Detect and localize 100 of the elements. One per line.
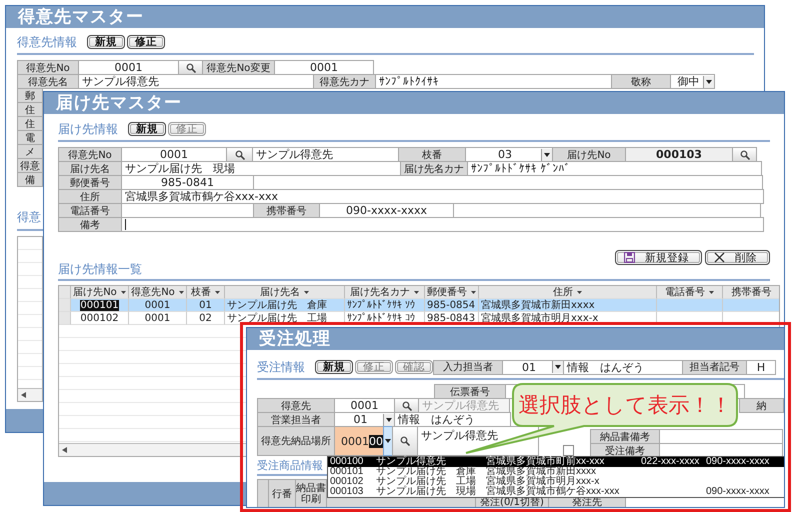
section-heading: 得意先情報 bbox=[17, 34, 77, 51]
field-label: 郵便番号 bbox=[58, 175, 122, 190]
field-value: サンプル得意先 bbox=[418, 398, 510, 413]
table-cell bbox=[657, 299, 723, 312]
field-value: 000103 bbox=[625, 147, 733, 162]
column-header: 行番 bbox=[268, 479, 296, 507]
field-label: 届け先No bbox=[552, 147, 626, 162]
search-icon bbox=[402, 400, 412, 410]
field-label: 届け先名 bbox=[58, 161, 122, 176]
field-label: 枝番 bbox=[398, 147, 466, 162]
delete-button[interactable]: 削除 bbox=[705, 250, 770, 265]
field-value: 0001 bbox=[274, 60, 374, 75]
title-bar: 得意先マスター bbox=[6, 6, 764, 28]
field-label: 届け先名カナ bbox=[400, 161, 468, 176]
section-heading: 受注商品情報 bbox=[257, 458, 323, 473]
field-label: 入力担当者 bbox=[433, 360, 503, 374]
field-label: 担当者記号 bbox=[682, 360, 747, 374]
column-header[interactable]: 枝番 bbox=[187, 286, 225, 299]
title-bar: 受注処理 bbox=[247, 328, 784, 350]
column-header: 納品書印刷 bbox=[295, 479, 327, 507]
grid-corner bbox=[59, 286, 71, 299]
search-button[interactable] bbox=[732, 147, 757, 162]
toolbar-button[interactable]: 新規 bbox=[128, 122, 166, 136]
title-bar: 届け先マスター bbox=[44, 92, 784, 114]
section-heading: 届け先情報 bbox=[58, 121, 118, 138]
column-header[interactable]: 住所 bbox=[479, 286, 657, 299]
search-icon bbox=[740, 150, 750, 160]
field-value: サンプル得意先 bbox=[252, 147, 399, 162]
field-value: ｻﾝﾌﾟﾙﾄｸｲｻｷ bbox=[375, 74, 612, 89]
field-value: サンプル得意先 bbox=[78, 74, 314, 89]
save-button[interactable]: 新規登録 bbox=[615, 250, 702, 265]
field-label: 携帯番号 bbox=[253, 203, 320, 218]
caret-icon bbox=[544, 152, 550, 156]
dropdown-field[interactable]: 御中 bbox=[670, 74, 715, 89]
field-label: 得意先納品場所 bbox=[257, 426, 335, 456]
dropdown-button[interactable] bbox=[552, 361, 563, 373]
field-label: 営業担当者 bbox=[257, 412, 335, 427]
field-label: 敬称 bbox=[611, 74, 671, 89]
input-field[interactable] bbox=[121, 217, 764, 232]
toolbar-button[interactable]: 修正 bbox=[127, 35, 165, 49]
search-button[interactable] bbox=[394, 398, 419, 413]
field-value: 情報 はんぞう bbox=[563, 360, 683, 374]
table-cell: サンプル届け先 倉庫 bbox=[225, 299, 345, 312]
section-heading: 届け先情報一覧 bbox=[58, 261, 142, 278]
x-icon bbox=[714, 252, 725, 263]
table-row[interactable]: 000101 0001 01 サンプル届け先 倉庫 ｻﾝﾌﾟﾙﾄﾄﾞｹｻｷ ｿｳ 985-0854 宮城県多賀城市新田xxxx bbox=[59, 299, 779, 312]
field-label: 住 bbox=[17, 116, 43, 131]
field-label: 得意先No bbox=[17, 60, 79, 75]
field-label: 電話番号 bbox=[58, 203, 122, 218]
field-value: H bbox=[746, 360, 776, 374]
column-header[interactable]: 得意先No bbox=[129, 286, 187, 299]
field-label: 住所 bbox=[58, 189, 122, 204]
list-option[interactable]: 000100 サンプル得意先 宮城県多賀城市町前xx-xxx 022-xxx-xxxx 090-xxxx-xxxx bbox=[328, 457, 784, 467]
dropdown-field[interactable]: 01 bbox=[502, 360, 564, 374]
column-header[interactable]: 届け先名 bbox=[225, 286, 345, 299]
scroll-left-icon bbox=[21, 392, 26, 398]
dropdown-button[interactable] bbox=[383, 426, 393, 456]
field-label: 備 bbox=[17, 172, 43, 187]
dropdown-button[interactable] bbox=[383, 414, 394, 426]
search-button[interactable] bbox=[226, 147, 253, 162]
table-cell: 985-0854 bbox=[425, 299, 479, 312]
table-cell: 01 bbox=[187, 299, 225, 312]
field-label: 納 bbox=[739, 398, 784, 413]
field-label: 得意 bbox=[17, 158, 43, 173]
table-cell: ｻﾝﾌﾟﾙﾄﾄﾞｹｻｷ ｿｳ bbox=[345, 299, 425, 312]
dropdown-field[interactable]: 03 bbox=[465, 147, 553, 162]
dropdown-button[interactable] bbox=[703, 76, 714, 88]
scroll-left-icon bbox=[62, 447, 67, 453]
list-option[interactable]: 000101 サンプル届け先 倉庫 宮城県多賀城市新田xxxx bbox=[328, 467, 784, 477]
column-header[interactable]: 郵便番号 bbox=[425, 286, 479, 299]
column-header[interactable]: 電話番号 bbox=[657, 286, 723, 299]
row-header bbox=[59, 299, 71, 312]
toolbar-button[interactable]: 新規 bbox=[87, 35, 125, 49]
column-header[interactable]: 届け先名カナ bbox=[345, 286, 425, 299]
search-icon bbox=[400, 436, 410, 446]
column-header[interactable]: 届け先No bbox=[71, 286, 129, 299]
field-label: 電 bbox=[17, 130, 43, 145]
section-heading: 受注情報 bbox=[257, 359, 305, 376]
field-label: 得意先 bbox=[257, 398, 335, 413]
table-cell: 0001 bbox=[129, 299, 187, 312]
caret-icon bbox=[386, 418, 392, 422]
input-field[interactable]: 000100 bbox=[334, 426, 384, 456]
field-label: 伝票番号 bbox=[434, 384, 506, 399]
field-label: 得意先No変更 bbox=[202, 60, 275, 75]
field-label: 得意先名 bbox=[17, 74, 79, 89]
field-label: 得意先カナ bbox=[313, 74, 376, 89]
field-label: メ bbox=[17, 144, 43, 159]
caret-icon bbox=[706, 80, 712, 84]
section-heading: 得意 bbox=[17, 209, 42, 226]
toolbar-button[interactable]: 新規 bbox=[315, 360, 353, 374]
column-header-background bbox=[257, 479, 269, 507]
table-cell: 000101 bbox=[71, 299, 129, 312]
column-header[interactable]: 携帯番号 bbox=[723, 286, 779, 299]
search-button[interactable] bbox=[178, 60, 203, 75]
field-label: 得意先No bbox=[58, 147, 122, 162]
search-button[interactable] bbox=[392, 426, 418, 456]
field-label: 郵 bbox=[17, 88, 43, 103]
field-label: 納品書備考 bbox=[590, 429, 660, 444]
row-header bbox=[59, 312, 71, 325]
dropdown-button[interactable] bbox=[541, 148, 552, 160]
